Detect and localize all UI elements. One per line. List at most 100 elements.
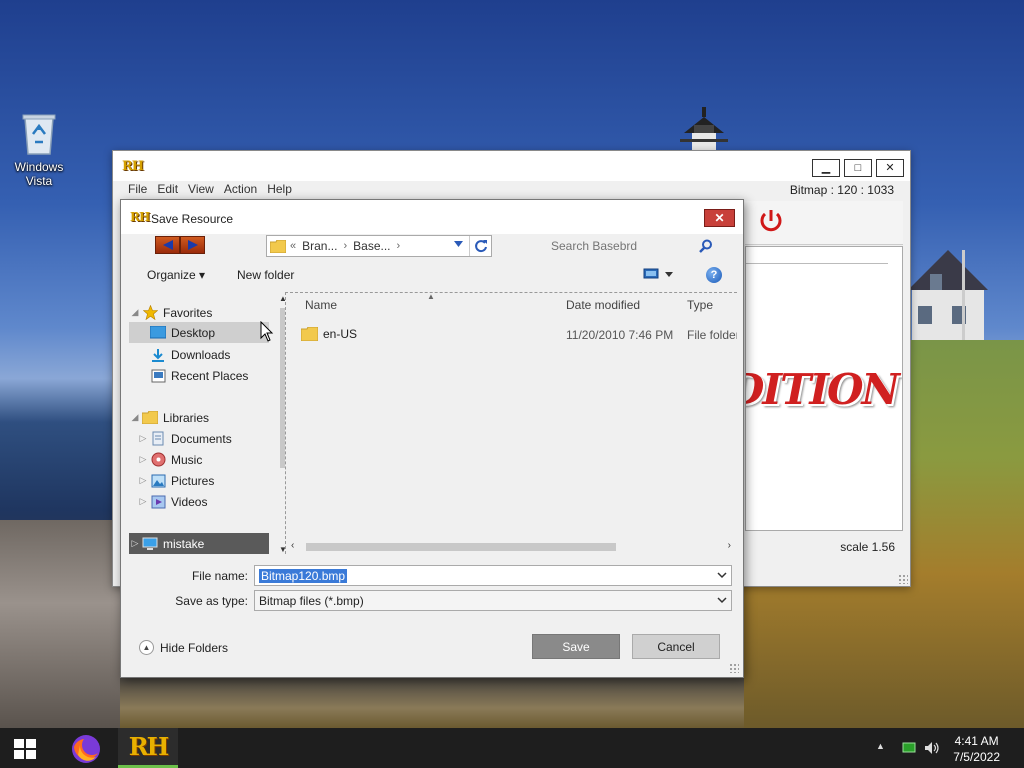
dialog-titlebar[interactable]: RH Save Resource ✕	[121, 200, 743, 234]
nav-music[interactable]: ▷ Music	[129, 449, 269, 470]
tray-overflow-icon[interactable]: ▲	[876, 741, 885, 751]
preview-divider	[746, 263, 888, 264]
column-date-modified[interactable]: Date modified	[566, 298, 640, 312]
collapse-icon[interactable]: ◢	[129, 307, 141, 318]
file-list-hscrollbar[interactable]: ‹ ›	[289, 540, 735, 554]
breadcrumb-separator[interactable]: ›	[397, 240, 401, 252]
breadcrumb-basebrd[interactable]: Base...	[353, 239, 390, 253]
search-input[interactable]	[541, 239, 691, 253]
hscroll-thumb[interactable]	[306, 543, 616, 551]
hide-folders-toggle[interactable]: ▲ Hide Folders	[139, 640, 228, 655]
nav-documents-label: Documents	[171, 431, 232, 446]
file-type: File folder	[687, 328, 737, 342]
dialog-logo-icon: RH	[130, 210, 150, 224]
nav-libraries[interactable]: ◢ Libraries	[129, 407, 269, 428]
view-options[interactable]	[643, 268, 673, 280]
menu-file[interactable]: File	[123, 181, 152, 197]
organize-menu[interactable]: Organize ▾	[147, 268, 205, 282]
nav-documents[interactable]: ▷ Documents	[129, 428, 269, 449]
folder-icon	[301, 327, 318, 341]
close-button[interactable]: ✕	[876, 159, 904, 177]
lighthouse-image	[680, 107, 728, 155]
file-list: Name ▲ Date modified Type en-US 11/20/20…	[287, 294, 737, 550]
music-icon	[151, 452, 165, 467]
breadcrumb-branding[interactable]: Bran...	[302, 239, 337, 253]
arrow-right-icon	[187, 240, 198, 250]
recent-places-icon	[151, 369, 165, 382]
firefox-icon	[72, 735, 100, 763]
save-as-type-label: Save as type:	[175, 594, 248, 608]
libraries-icon	[142, 411, 158, 424]
address-overflow[interactable]: «	[290, 240, 296, 252]
resize-grip[interactable]	[898, 574, 908, 584]
chevron-down-icon	[717, 597, 727, 604]
file-name-value: Bitmap120.bmp	[259, 568, 348, 583]
scale-readout: scale 1.56	[840, 540, 895, 554]
save-as-type-select[interactable]: Bitmap files (*.bmp)	[254, 590, 732, 611]
chevron-down-icon[interactable]	[717, 570, 727, 580]
file-name-label: File name:	[191, 569, 248, 583]
videos-icon	[151, 495, 165, 508]
save-button[interactable]: Save	[532, 634, 620, 659]
new-folder-button[interactable]: New folder	[237, 268, 294, 282]
windows-start-icon[interactable]	[14, 739, 36, 759]
maximize-button[interactable]: □	[844, 159, 872, 177]
scroll-left-icon[interactable]: ‹	[291, 540, 294, 551]
power-icon[interactable]	[757, 207, 785, 235]
forward-button[interactable]	[180, 236, 205, 254]
minimize-button[interactable]: ▁	[812, 159, 840, 177]
cancel-button[interactable]: Cancel	[632, 634, 720, 659]
taskbar-clock[interactable]: 4:41 AM 7/5/2022	[953, 733, 1000, 765]
pictures-icon	[151, 474, 165, 487]
nav-videos[interactable]: ▷ Videos	[129, 491, 269, 512]
app-titlebar[interactable]: RH ▁ □ ✕	[113, 151, 910, 181]
file-row[interactable]: en-US 11/20/2010 7:46 PM File folder	[301, 326, 737, 344]
file-name: en-US	[323, 327, 358, 341]
dialog-title: Save Resource	[151, 212, 234, 226]
chevron-down-icon	[665, 271, 673, 277]
nav-pictures[interactable]: ▷ Pictures	[129, 470, 269, 491]
arrow-left-icon	[162, 240, 173, 250]
back-button[interactable]	[155, 236, 180, 254]
preview-text: DITION	[746, 365, 900, 414]
pane-splitter[interactable]	[285, 292, 286, 554]
nav-computer[interactable]: ▷ mistake	[129, 533, 269, 554]
nav-desktop[interactable]: Desktop	[129, 322, 269, 343]
search-box	[541, 235, 721, 257]
help-icon[interactable]: ?	[706, 267, 722, 283]
desktop-icon	[150, 326, 166, 339]
dialog-resize-grip[interactable]	[729, 663, 739, 673]
scroll-right-icon[interactable]: ›	[728, 540, 731, 551]
firefox-taskbar-button[interactable]	[68, 732, 104, 766]
command-bar: Organize ▾ New folder ?	[121, 262, 743, 288]
refresh-button[interactable]	[469, 236, 491, 256]
dialog-close-button[interactable]: ✕	[704, 209, 735, 227]
address-bar[interactable]: « Bran... › Base... ›	[266, 235, 492, 257]
nav-recent-places[interactable]: Recent Places	[129, 365, 269, 386]
resource-hacker-taskbar-button[interactable]: RH	[118, 728, 178, 768]
chevron-down-icon[interactable]	[454, 241, 463, 247]
download-icon	[152, 348, 164, 362]
recycle-bin-shortcut[interactable]: Windows Vista	[8, 112, 70, 188]
nav-downloads[interactable]: Downloads	[129, 344, 269, 365]
column-name[interactable]: Name	[305, 298, 337, 312]
status-bar: scale 1.56	[745, 536, 903, 558]
taskbar: RH ▲ 4:41 AM 7/5/2022	[0, 728, 1024, 768]
file-name-input[interactable]: Bitmap120.bmp	[254, 565, 732, 586]
menu-view[interactable]: View	[183, 181, 219, 197]
volume-icon[interactable]	[924, 741, 940, 755]
column-type[interactable]: Type	[687, 298, 713, 312]
network-icon[interactable]	[902, 742, 916, 754]
menu-edit[interactable]: Edit	[152, 181, 183, 197]
header-divider	[285, 292, 737, 293]
star-icon	[142, 305, 158, 320]
nav-pictures-label: Pictures	[171, 473, 215, 488]
nav-favorites[interactable]: ◢ Favorites	[129, 302, 269, 323]
search-icon[interactable]	[699, 239, 713, 253]
menu-action[interactable]: Action	[219, 181, 262, 197]
nav-desktop-label: Desktop	[171, 325, 216, 340]
breadcrumb-separator[interactable]: ›	[343, 240, 347, 252]
recycle-bin-label: Windows Vista	[14, 160, 64, 188]
collapse-icon[interactable]: ◢	[129, 412, 141, 423]
menu-help[interactable]: Help	[262, 181, 297, 197]
